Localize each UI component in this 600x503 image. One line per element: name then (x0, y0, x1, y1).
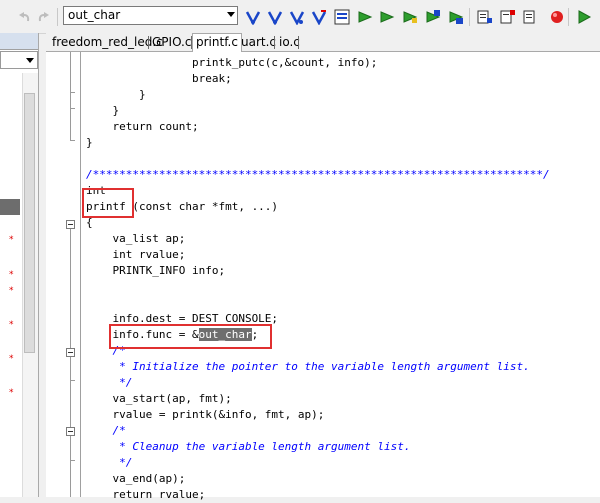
bookmarks-icon[interactable] (333, 8, 350, 25)
project-pane-combo[interactable] (0, 51, 38, 69)
toolbar-separator (469, 8, 470, 26)
breakpoint-marker-icon: * (9, 354, 14, 364)
code-line[interactable]: PRINTK_INFO info; (86, 263, 225, 279)
code-text: return rvalue; (86, 488, 206, 501)
code-text: va_end(ap); (86, 472, 186, 485)
tab-printf[interactable]: printf.c (192, 33, 242, 52)
code-text: int rvalue; (86, 248, 186, 261)
code-text: /***************************************… (86, 168, 550, 181)
code-line[interactable]: return count; (86, 119, 199, 135)
find-prev-icon[interactable] (288, 8, 305, 25)
chevron-down-icon[interactable] (26, 58, 34, 63)
annotation-box-printf (82, 188, 134, 218)
code-text: } (86, 136, 93, 149)
code-line[interactable]: va_end(ap); (86, 471, 185, 487)
code-line[interactable]: break; (86, 71, 232, 87)
fold-line (70, 52, 71, 92)
annotation-box-out-char (109, 324, 272, 349)
toolbar-separator (568, 8, 569, 26)
find-combo-value: out_char (68, 8, 121, 22)
kill-breakpoints-icon[interactable] (548, 8, 565, 25)
chevron-down-icon[interactable] (227, 12, 235, 17)
code-line[interactable]: } (86, 135, 93, 151)
tab-gpio[interactable]: GPIO.c (152, 34, 191, 50)
goto-icon[interactable] (401, 8, 418, 25)
find-next-icon[interactable] (266, 8, 283, 25)
code-line[interactable]: * Cleanup the variable length argument l… (86, 439, 411, 455)
tab-separator (298, 36, 299, 49)
code-text: rvalue = printk(&info, fmt, ap); (86, 408, 325, 421)
prev-bookmark-icon[interactable] (378, 8, 395, 25)
undo-icon[interactable] (14, 8, 31, 25)
breakpoint-marker-icon: * (9, 235, 14, 245)
code-text: * Cleanup the variable length argument l… (86, 440, 411, 453)
toggle-bookmark-icon[interactable] (310, 8, 327, 25)
fold-line (70, 92, 71, 140)
fold-toggle-icon[interactable] (66, 348, 75, 357)
fold-line (70, 140, 75, 141)
code-editor[interactable]: printk_putc(c,&count, info); break; } } … (46, 52, 600, 501)
code-text: PRINTK_INFO info; (86, 264, 226, 277)
code-text: /* (86, 424, 126, 437)
breakpoint-marker-icon: * (9, 388, 14, 398)
project-pane-header (0, 33, 38, 50)
enable-breakpoint-icon[interactable] (499, 8, 516, 25)
run-icon[interactable] (575, 8, 592, 25)
toolbar-separator (57, 8, 58, 26)
project-pane: * * * * * * (0, 33, 39, 497)
fold-toggle-icon[interactable] (66, 220, 75, 229)
disable-breakpoint-icon[interactable] (522, 8, 539, 25)
code-text: va_start(ap, fmt); (86, 392, 232, 405)
breakpoint-marker-icon: * (9, 320, 14, 330)
fold-line (70, 460, 75, 461)
code-line[interactable]: rvalue = printk(&info, fmt, ap); (86, 407, 324, 423)
fold-toggle-icon[interactable] (66, 427, 75, 436)
code-line[interactable]: /***************************************… (86, 167, 550, 183)
redo-icon[interactable] (36, 8, 53, 25)
insert-breakpoint-icon[interactable] (476, 8, 493, 25)
tab-io[interactable]: io.c (279, 34, 300, 50)
tab-separator (148, 36, 149, 49)
code-text: va_list ap; (86, 232, 186, 245)
code-line[interactable]: } (86, 103, 119, 119)
tab-freedom-red-led[interactable]: freedom_red_led.c (52, 34, 163, 50)
code-line[interactable]: return rvalue; (86, 487, 205, 503)
code-text: return count; (86, 120, 199, 133)
code-text: */ (86, 456, 133, 469)
code-text: } (86, 104, 120, 117)
breakpoint-marker-icon: * (9, 286, 14, 296)
code-line[interactable]: va_list ap; (86, 231, 185, 247)
code-text: printk_putc(c,&count, info); (86, 56, 378, 69)
code-line[interactable]: int rvalue; (86, 247, 185, 263)
project-pane-scroll-thumb[interactable] (24, 93, 35, 353)
code-line[interactable]: /* (86, 423, 126, 439)
toolbar: out_char (0, 0, 600, 34)
code-line[interactable]: */ (86, 455, 132, 471)
project-pane-selected-row[interactable] (0, 199, 20, 215)
breakpoint-marker-icon: * (9, 270, 14, 280)
code-line[interactable]: printk_putc(c,&count, info); (86, 55, 377, 71)
tab-uart[interactable]: uart.c (241, 34, 276, 50)
tab-separator (274, 36, 275, 49)
build-icon[interactable] (424, 8, 441, 25)
editor-tabs: freedom_red_led.c GPIO.c printf.c uart.c… (46, 33, 600, 52)
code-line[interactable]: * Initialize the pointer to the variable… (86, 359, 530, 375)
code-line[interactable]: */ (86, 375, 132, 391)
next-bookmark-icon[interactable] (356, 8, 373, 25)
fold-line (70, 436, 71, 497)
rebuild-icon[interactable] (447, 8, 464, 25)
fold-line (70, 229, 71, 349)
fold-line (70, 380, 75, 381)
code-text: * Initialize the pointer to the variable… (86, 360, 530, 373)
code-line[interactable]: va_start(ap, fmt); (86, 391, 232, 407)
find-combo[interactable]: out_char (63, 6, 238, 25)
code-text: } (86, 88, 146, 101)
gutter-divider (80, 52, 81, 497)
code-text: break; (86, 72, 232, 85)
code-text: */ (86, 376, 133, 389)
find-icon[interactable] (244, 8, 261, 25)
code-line[interactable]: } (86, 87, 146, 103)
fold-line (70, 357, 71, 427)
